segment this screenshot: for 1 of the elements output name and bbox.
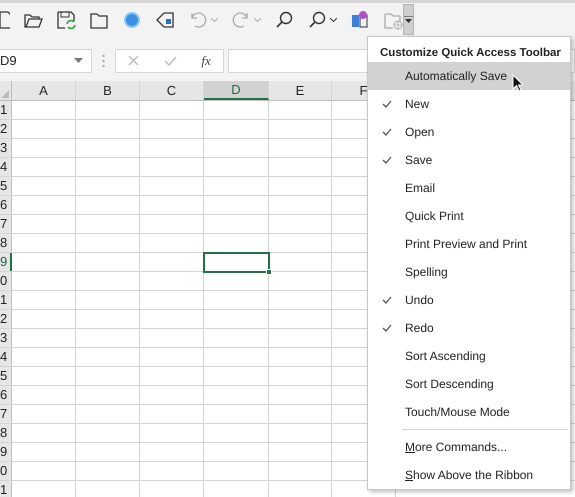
menu-title: Customize Quick Access Toolbar <box>379 46 562 61</box>
